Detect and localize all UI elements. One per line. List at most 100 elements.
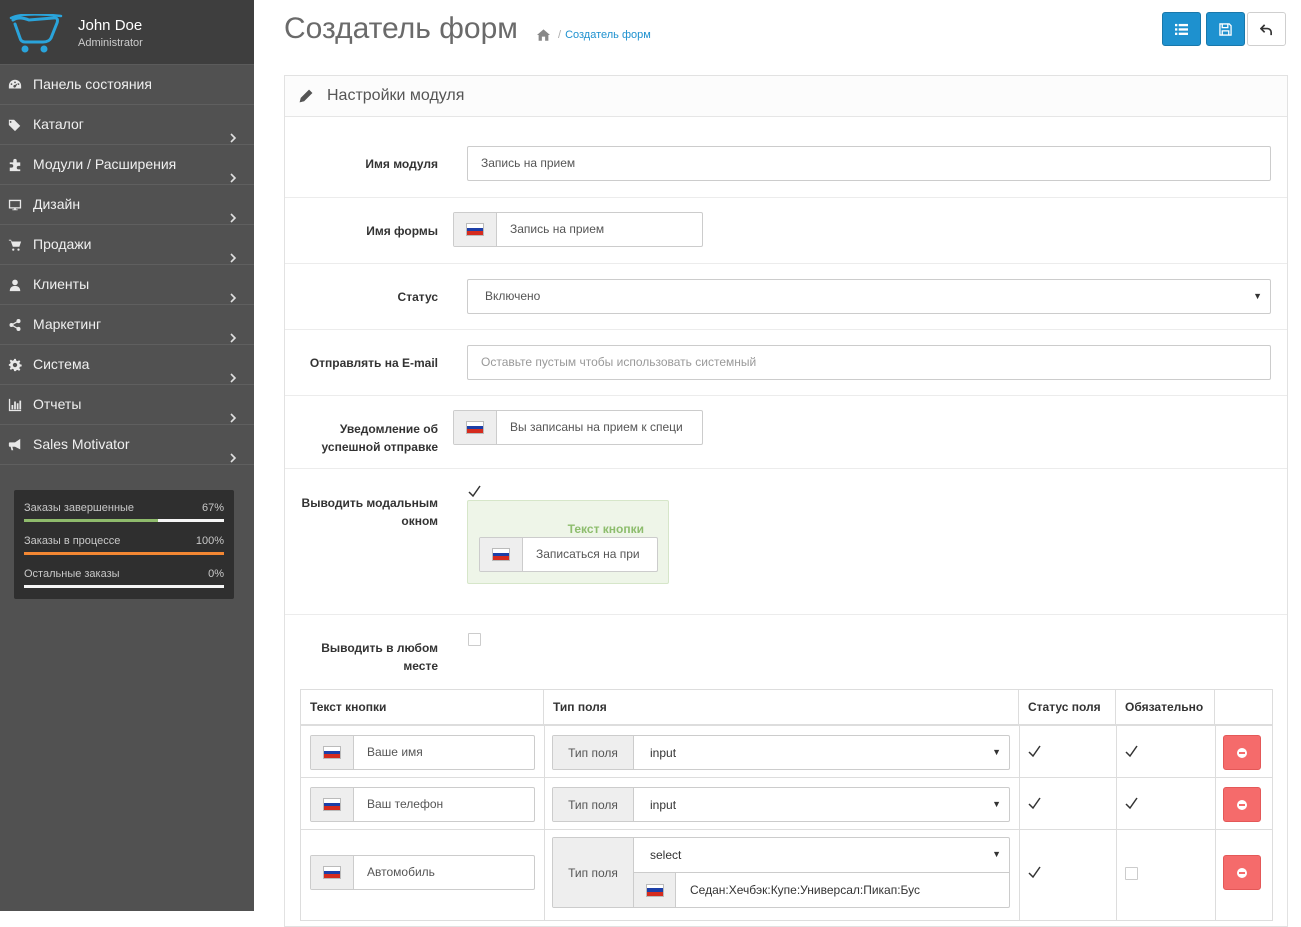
success-notice-label: Уведомление об успешной отправке <box>321 422 438 454</box>
sidebar-item-catalog[interactable]: Каталог <box>0 105 254 145</box>
language-addon <box>634 873 676 907</box>
chevron-right-icon <box>228 239 238 263</box>
field-text-value: Автомобиль <box>367 865 435 879</box>
button-text-title: Текст кнопки <box>567 522 644 536</box>
breadcrumb: / Создатель форм <box>537 29 651 41</box>
remove-field-button[interactable] <box>1223 735 1261 770</box>
sidebar-item-extensions[interactable]: Модули / Расширения <box>0 145 254 185</box>
back-icon <box>1260 23 1272 35</box>
form-name-value: Запись на прием <box>510 222 605 236</box>
dashboard-icon <box>6 65 24 104</box>
field-type-select[interactable]: Тип поля input ▼ <box>552 787 1010 822</box>
field-text-input[interactable]: Автомобиль <box>310 855 535 890</box>
chevron-right-icon <box>228 319 238 343</box>
sidebar-item-marketing[interactable]: Маркетинг <box>0 305 254 345</box>
gear-icon <box>6 345 24 384</box>
user-name[interactable]: John Doe <box>78 17 142 34</box>
stat-percent: 67% <box>201 502 224 514</box>
russian-flag-icon <box>324 747 340 759</box>
stat-label: Заказы завершенные <box>24 502 135 514</box>
sidebar-item-system[interactable]: Система <box>0 345 254 385</box>
field-type-value: select <box>650 848 682 862</box>
field-required-checkbox[interactable] <box>1125 867 1138 880</box>
modal-checkbox[interactable] <box>468 485 481 498</box>
status-value: Включено <box>485 289 541 303</box>
language-addon <box>311 788 354 821</box>
fields-table: Текст кнопки Тип поля Статус поля Обязат… <box>300 689 1273 921</box>
sidebar-item-reports[interactable]: Отчеты <box>0 385 254 425</box>
sidebar-item-design[interactable]: Дизайн <box>0 185 254 225</box>
status-select[interactable]: Включено ▼ <box>467 279 1271 314</box>
sidebar-item-sales-motivator[interactable]: Sales Motivator <box>0 425 254 465</box>
russian-flag-icon <box>324 799 340 811</box>
row-anywhere: Выводить в любом месте <box>285 615 1287 678</box>
email-label: Отправлять на E-mail <box>309 356 438 370</box>
stat-label: Остальные заказы <box>24 568 120 580</box>
sidebar: John Doe Administrator Панель состояния … <box>0 0 254 911</box>
module-name-input[interactable]: Запись на прием <box>467 146 1271 181</box>
form-name-label: Имя формы <box>366 224 438 238</box>
column-header: Обязательно <box>1116 690 1215 724</box>
table-row: Ваше имя Тип поля input ▼ <box>301 726 1272 778</box>
field-required-checkbox[interactable] <box>1125 797 1138 810</box>
russian-flag-icon <box>646 884 663 896</box>
modal-button-settings: Текст кнопки Записаться на при <box>467 500 669 584</box>
field-type-addon: Тип поля <box>553 838 634 907</box>
field-type-value: input <box>650 746 677 760</box>
field-text-input[interactable]: Ваш телефон <box>310 787 535 822</box>
field-status-checkbox[interactable] <box>1028 866 1041 879</box>
field-type-select[interactable]: Тип поля input ▼ <box>552 735 1010 770</box>
progress-fill <box>24 552 224 555</box>
puzzle-icon <box>6 145 24 184</box>
chevron-right-icon <box>228 119 238 143</box>
progress-bar <box>24 585 224 588</box>
breadcrumb-link[interactable]: Создатель форм <box>565 29 651 41</box>
row-modal: Выводить модальным окном <box>285 469 1287 615</box>
language-addon <box>311 856 354 889</box>
minus-circle-icon <box>1237 747 1247 758</box>
caret-down-icon: ▼ <box>1253 291 1262 301</box>
field-text-input[interactable]: Ваше имя <box>310 735 535 770</box>
modal-button-text-input[interactable]: Записаться на при <box>479 537 658 572</box>
chevron-right-icon <box>228 279 238 303</box>
field-type-addon: Тип поля <box>553 788 634 821</box>
sidebar-item-label: Клиенты <box>33 276 90 292</box>
row-module-name: Имя модуля Запись на прием <box>285 117 1287 198</box>
bar-chart-icon <box>6 385 24 424</box>
email-input[interactable]: Оставьте пустым чтобы использовать систе… <box>467 345 1271 380</box>
select-options-input[interactable]: Седан:Хечбэк:Купе:Универсал:Пикап:Бус <box>690 873 920 907</box>
success-notice-value: Вы записаны на прием к специ <box>510 420 683 434</box>
share-icon <box>6 305 24 344</box>
sidebar-item-label: Каталог <box>33 116 84 132</box>
profile-header: John Doe Administrator <box>0 0 254 65</box>
stat-processing: Заказы в процессе 100% <box>14 523 234 556</box>
sidebar-item-customers[interactable]: Клиенты <box>0 265 254 305</box>
home-icon[interactable] <box>537 29 550 41</box>
anywhere-checkbox[interactable] <box>468 633 481 646</box>
list-icon <box>1175 23 1188 35</box>
remove-field-button[interactable] <box>1223 855 1261 890</box>
field-required-checkbox[interactable] <box>1125 745 1138 758</box>
form-name-input[interactable]: Запись на прием <box>453 212 703 247</box>
sidebar-item-label: Модули / Расширения <box>33 156 177 172</box>
field-status-checkbox[interactable] <box>1028 797 1041 810</box>
pencil-icon <box>299 89 313 103</box>
panel-title: Настройки модуля <box>327 87 465 104</box>
modal-button-text-value: Записаться на при <box>536 547 640 561</box>
success-notice-input[interactable]: Вы записаны на прием к специ <box>453 410 703 445</box>
sidebar-item-sales[interactable]: Продажи <box>0 225 254 265</box>
list-button[interactable] <box>1162 12 1201 46</box>
stat-label: Заказы в процессе <box>24 535 121 547</box>
language-addon <box>454 213 497 246</box>
sidebar-item-dashboard[interactable]: Панель состояния <box>0 65 254 105</box>
field-status-checkbox[interactable] <box>1028 745 1041 758</box>
cart-logo-icon[interactable] <box>9 14 65 54</box>
russian-flag-icon <box>493 549 509 561</box>
back-button[interactable] <box>1247 12 1286 46</box>
status-label: Статус <box>397 290 438 304</box>
save-button[interactable] <box>1206 12 1245 46</box>
stat-percent: 0% <box>208 568 224 580</box>
remove-field-button[interactable] <box>1223 787 1261 822</box>
field-type-select[interactable]: Тип поля select ▼ Седан:Хечбэк:Купе:Унив… <box>552 837 1010 908</box>
chevron-right-icon <box>228 159 238 183</box>
